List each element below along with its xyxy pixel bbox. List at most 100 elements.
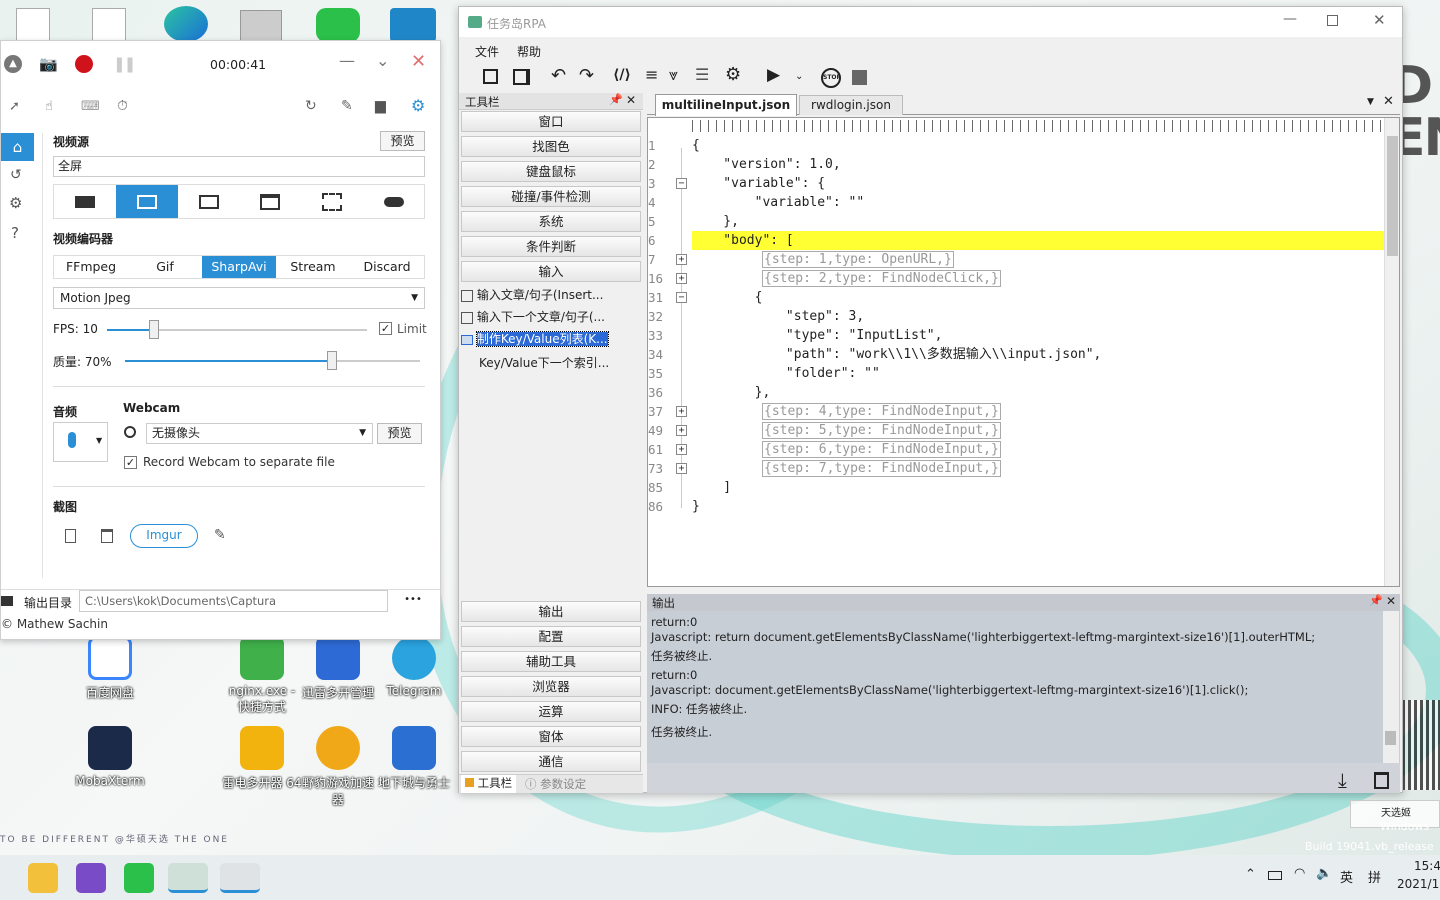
help-icon[interactable]: ? <box>11 224 19 242</box>
list-icon[interactable]: ≡ <box>645 65 658 84</box>
source-window[interactable] <box>239 185 301 218</box>
stop-icon[interactable]: STOP <box>821 68 841 88</box>
menu-help[interactable]: 帮助 <box>517 43 541 60</box>
editor-scrollbar[interactable] <box>1384 118 1399 586</box>
expand-icon[interactable]: + <box>676 273 687 284</box>
tab-params[interactable]: ⓘ 参数设定 <box>525 776 586 792</box>
toolbox-category-button[interactable]: 窗口 <box>461 111 641 132</box>
toolbox-category-button[interactable]: 输出 <box>461 601 641 622</box>
tab-rwdlogin[interactable]: rwdlogin.json <box>799 95 903 115</box>
volume-icon[interactable]: 🔈 <box>1316 866 1332 881</box>
download-icon[interactable]: ⤓ <box>1338 768 1347 792</box>
click-icon[interactable]: ☝ <box>45 99 53 114</box>
expand-icon[interactable]: + <box>676 425 687 436</box>
visual-studio-icon[interactable] <box>76 863 106 893</box>
minimize-button[interactable]: — <box>1283 11 1297 27</box>
source-webcam[interactable] <box>54 185 116 218</box>
codec-select[interactable]: Motion Jpeg ▼ <box>53 287 425 309</box>
encoder-stream[interactable]: Stream <box>276 256 350 278</box>
camera-icon[interactable]: 📷 <box>39 55 58 73</box>
captura-taskbar-icon[interactable] <box>220 863 260 893</box>
chevron-down-icon[interactable]: ⌄ <box>376 51 389 70</box>
source-gamepad[interactable] <box>363 185 425 218</box>
quality-slider-thumb[interactable] <box>326 351 337 370</box>
wechat-icon[interactable] <box>316 8 360 42</box>
play-icon[interactable]: ▶ <box>767 65 780 85</box>
collapsed-block[interactable]: {step: 1,type: OpenURL,} <box>762 251 954 268</box>
clock-date[interactable]: 2021/12 <box>1397 877 1440 891</box>
clock-time[interactable]: 15:4 <box>1414 859 1440 873</box>
encoder-discard[interactable]: Discard <box>350 256 424 278</box>
microphone-button[interactable]: ▼ <box>53 422 108 462</box>
ime-language[interactable]: 英 <box>1340 867 1353 886</box>
desktop-app-icon[interactable] <box>240 10 282 42</box>
wifi-icon[interactable]: ◠ <box>1294 866 1305 881</box>
minimize-icon[interactable]: — <box>339 51 355 70</box>
toolbox-category-button[interactable]: 通信 <box>461 751 641 772</box>
record-webcam-checkbox[interactable]: ✓ <box>124 456 137 469</box>
collapsed-block[interactable]: {step: 2,type: FindNodeClick,} <box>762 270 1001 287</box>
toolbox-category-button[interactable]: 碰撞/事件检测 <box>461 186 641 207</box>
collapsed-block[interactable]: {step: 5,type: FindNodeInput,} <box>762 422 1001 439</box>
source-region[interactable] <box>301 185 363 218</box>
toolbox-item[interactable]: 输入文章/句子(Insert... <box>461 286 603 303</box>
pin-icon[interactable]: 📌 <box>609 93 623 106</box>
webcam-preview-button[interactable]: 预览 <box>377 423 422 444</box>
rpa-taskbar-icon[interactable] <box>168 863 208 893</box>
toolbox-category-button[interactable]: 条件判断 <box>461 236 641 257</box>
expand-icon[interactable]: + <box>676 406 687 417</box>
code-icon[interactable]: ⟨/⟩ <box>613 67 631 83</box>
toolbox-item-selected[interactable]: 制作Key/Value列表(K... <box>461 330 609 347</box>
nav-home[interactable]: ⌂ <box>1 133 34 161</box>
collapse-icon[interactable]: − <box>676 292 687 303</box>
file-icon[interactable] <box>65 529 76 543</box>
toolbox-category-button[interactable]: 找图色 <box>461 136 641 157</box>
halt-icon[interactable] <box>852 70 867 85</box>
expand-icon[interactable]: + <box>676 444 687 455</box>
code-editor[interactable]: 1 {2 "version": 1.0, 3 − "variable": {4 "va… <box>647 117 1400 587</box>
scroll-thumb[interactable] <box>1385 731 1396 745</box>
tab-multilineinput[interactable]: multilineInput.json <box>655 94 797 116</box>
expand-icon[interactable]: + <box>676 463 687 474</box>
output-path-field[interactable]: C:\Users\kok\Documents\Captura <box>79 590 388 612</box>
desktop-icon-xunlei[interactable]: 迅雷多开管理 <box>298 636 378 701</box>
pause-button[interactable]: ❚❚ <box>113 55 136 73</box>
redo-icon[interactable]: ↷ <box>579 65 594 86</box>
encoder-gif[interactable]: Gif <box>128 256 202 278</box>
clipboard-icon[interactable] <box>101 529 113 543</box>
desktop-icon-leidian[interactable]: 雷电多开器 64 <box>222 726 302 791</box>
close-button[interactable]: ✕ <box>1373 11 1386 29</box>
toolbox-category-button[interactable]: 键盘鼠标 <box>461 161 641 182</box>
fps-slider-thumb[interactable] <box>148 320 159 339</box>
desktop-icon-yebao[interactable]: 野豹游戏加速器 <box>298 726 378 808</box>
source-screen[interactable] <box>116 185 178 218</box>
output-panel[interactable]: return:0 Javascript: return document.getE… <box>647 611 1400 763</box>
desktop-file-icon[interactable] <box>92 8 126 42</box>
settings-icon[interactable]: ⚙ <box>9 194 22 212</box>
toolbox-category-button[interactable]: 辅助工具 <box>461 651 641 672</box>
more-button[interactable]: ••• <box>391 590 435 612</box>
trash-icon[interactable] <box>1374 772 1389 789</box>
close-icon[interactable]: ✕ <box>411 51 426 72</box>
edit-icon[interactable]: ✎ <box>214 527 226 543</box>
limit-checkbox[interactable]: ✓ <box>379 322 392 335</box>
desktop-icon-dnf[interactable]: 地下城与勇士 <box>374 726 454 791</box>
menu-file[interactable]: 文件 <box>475 43 499 60</box>
edge-icon[interactable] <box>164 6 208 42</box>
undo-icon[interactable]: ↶ <box>551 65 566 86</box>
collapse-icon[interactable]: − <box>676 178 687 189</box>
source-preview-button[interactable]: 预览 <box>380 131 425 151</box>
webcam-select[interactable]: 无摄像头 ▼ <box>146 423 373 444</box>
toolbox-category-button[interactable]: 输入 <box>461 261 641 282</box>
desktop-icon-mobaxterm[interactable]: MobaXterm <box>70 726 150 788</box>
encoder-sharpavi[interactable]: SharpAvi <box>202 256 276 278</box>
maximize-button[interactable] <box>1327 15 1338 26</box>
close-icon[interactable]: ✕ <box>1383 94 1394 109</box>
chevron-down-icon[interactable]: ▼ <box>1367 97 1374 107</box>
battery-icon[interactable] <box>1268 871 1282 880</box>
toolbox-category-button[interactable]: 窗体 <box>461 726 641 747</box>
tab-toolbox[interactable]: 工具栏 <box>461 775 517 793</box>
source-monitor[interactable] <box>178 185 240 218</box>
collapse-icon[interactable]: ▲ <box>4 55 22 73</box>
file-explorer-icon[interactable] <box>28 863 58 893</box>
